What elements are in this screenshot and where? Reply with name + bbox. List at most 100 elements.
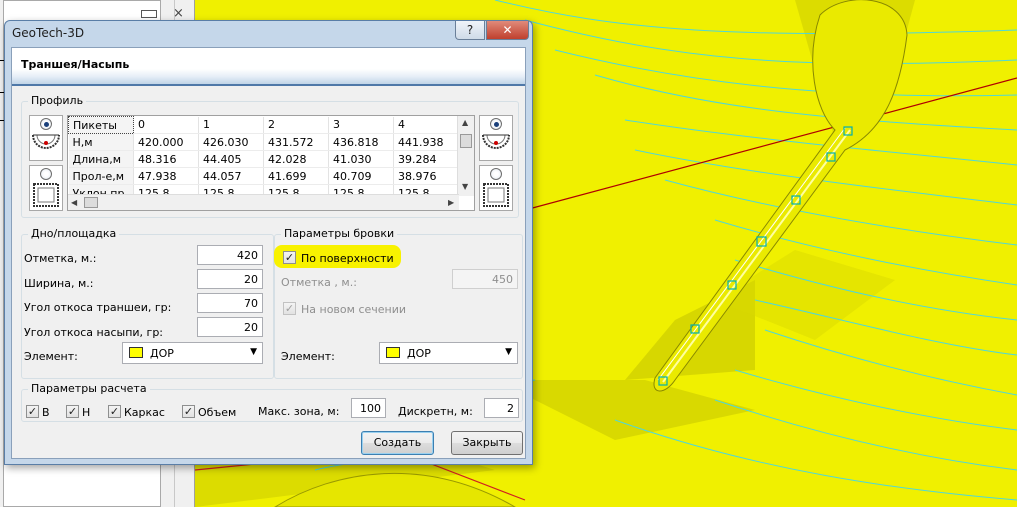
profile-shape-trench-button[interactable] <box>29 115 63 161</box>
table-cell[interactable]: 436.818 <box>328 133 394 151</box>
create-button[interactable]: Создать <box>361 431 434 455</box>
dialog-title: GeoTech-3D <box>12 26 85 40</box>
help-button[interactable]: ? <box>455 21 485 40</box>
check-n-checkbox[interactable]: ✓ <box>66 405 79 418</box>
profile-shape-trench-right-radio[interactable] <box>490 118 502 130</box>
row-header: Длина,м <box>68 150 134 168</box>
table-cell[interactable]: 431.572 <box>263 133 329 151</box>
brow-group-label: Параметры бровки <box>281 227 398 240</box>
bottom-width-label: Ширина, м.: <box>24 277 94 290</box>
bottom-width-input[interactable] <box>197 269 263 289</box>
fill-slope-input[interactable] <box>197 317 263 337</box>
profile-shape-fill-right-radio[interactable] <box>490 168 502 180</box>
check-frame-checkbox[interactable]: ✓ <box>108 405 121 418</box>
column-header-stations[interactable]: Пикеты <box>68 116 134 134</box>
table-cell[interactable]: 40.709 <box>328 167 394 185</box>
new-section-checkbox[interactable]: ✓ <box>283 302 296 315</box>
scroll-up-icon[interactable]: ▲ <box>462 118 468 127</box>
check-volume-checkbox[interactable]: ✓ <box>182 405 195 418</box>
row-header: Прол-е,м <box>68 167 134 185</box>
calc-group-label: Параметры расчета <box>28 382 150 395</box>
element-color-swatch <box>386 347 400 358</box>
max-zone-label: Макс. зона, м: <box>258 405 340 418</box>
column-header[interactable]: 0 <box>133 116 199 134</box>
scroll-left-icon[interactable]: ◀ <box>71 198 77 207</box>
fill-profile-icon <box>33 183 59 207</box>
profile-shape-trench-right-button[interactable] <box>479 115 513 161</box>
table-cell[interactable]: 441.938 <box>393 133 459 151</box>
brow-element-label: Элемент: <box>281 350 335 363</box>
column-header[interactable]: 3 <box>328 116 394 134</box>
brow-elevation-label: Отметка , м.: <box>281 276 357 289</box>
background-close-icon[interactable]: × <box>173 6 184 21</box>
profile-table: Пикеты 0 1 2 3 4 Н,м 420.000 426.030 431… <box>68 116 459 202</box>
table-cell[interactable]: 42.028 <box>263 150 329 168</box>
bottom-element-combo[interactable]: ДОР ▼ <box>122 342 263 364</box>
bottom-group-label: Дно/площадка <box>28 227 120 240</box>
trench-slope-label: Угол откоса траншеи, гр: <box>24 301 172 314</box>
column-header[interactable]: 2 <box>263 116 329 134</box>
scroll-down-icon[interactable]: ▼ <box>462 182 468 191</box>
profile-shape-trench-radio[interactable] <box>40 118 52 130</box>
bottom-elevation-input[interactable] <box>197 245 263 265</box>
trench-profile-icon <box>32 134 60 149</box>
discrete-label: Дискретн, м: <box>398 405 473 418</box>
fill-profile-icon <box>483 183 509 207</box>
table-cell[interactable]: 41.699 <box>263 167 329 185</box>
scroll-right-icon[interactable]: ▶ <box>448 198 454 207</box>
column-header[interactable]: 1 <box>198 116 264 134</box>
brow-elevation-input[interactable] <box>452 269 518 289</box>
dialog-header: Траншея/Насыпь <box>12 48 525 86</box>
background-panel-button[interactable] <box>141 10 157 18</box>
grid-horizontal-scrollbar[interactable]: ◀ ▶ <box>68 194 459 210</box>
fill-slope-label: Угол откоса насыпи, гр: <box>24 326 164 339</box>
close-window-button[interactable]: ✕ <box>486 21 529 40</box>
dialog-header-title: Траншея/Насыпь <box>21 58 130 71</box>
profile-shape-fill-radio[interactable] <box>40 168 52 180</box>
table-row: Длина,м 48.316 44.405 42.028 41.030 39.2… <box>68 150 459 168</box>
element-color-swatch <box>129 347 143 358</box>
trench-dialog: GeoTech-3D ? ✕ Траншея/Насыпь Профиль Пи… <box>4 20 533 465</box>
table-cell[interactable]: 39.284 <box>393 150 459 168</box>
check-b-checkbox[interactable]: ✓ <box>26 405 39 418</box>
close-button[interactable]: Закрыть <box>451 431 523 455</box>
table-row: Н,м 420.000 426.030 431.572 436.818 441.… <box>68 133 459 151</box>
table-cell[interactable]: 44.405 <box>198 150 264 168</box>
column-header[interactable]: 4 <box>393 116 459 134</box>
table-cell[interactable]: 44.057 <box>198 167 264 185</box>
grid-vertical-scrollbar[interactable]: ▲ ▼ <box>457 116 474 196</box>
table-cell[interactable]: 47.938 <box>133 167 199 185</box>
dialog-client: Траншея/Насыпь Профиль Пикеты 0 1 2 3 4 … <box>11 47 526 459</box>
profile-group-label: Профиль <box>28 94 87 107</box>
table-cell[interactable]: 48.316 <box>133 150 199 168</box>
brow-element-value: ДОР <box>407 347 431 360</box>
table-cell[interactable]: 420.000 <box>133 133 199 151</box>
table-cell[interactable]: 41.030 <box>328 150 394 168</box>
bottom-element-value: ДОР <box>150 347 174 360</box>
check-b-label: В <box>42 406 50 419</box>
table-cell[interactable]: 38.976 <box>393 167 459 185</box>
profile-shape-fill-right-button[interactable] <box>479 165 513 211</box>
bottom-elevation-label: Отметка, м.: <box>24 252 97 265</box>
chevron-down-icon: ▼ <box>250 347 257 357</box>
by-surface-label: По поверхности <box>301 252 394 265</box>
grid-vscroll-thumb[interactable] <box>460 134 472 148</box>
discrete-input[interactable] <box>484 398 519 418</box>
profile-shape-fill-button[interactable] <box>29 165 63 211</box>
grid-hscroll-thumb[interactable] <box>84 197 98 208</box>
trench-slope-input[interactable] <box>197 293 263 313</box>
check-frame-label: Каркас <box>124 406 165 419</box>
brow-element-combo[interactable]: ДОР ▼ <box>379 342 518 364</box>
trench-profile-icon <box>482 134 510 149</box>
header-divider <box>12 84 525 86</box>
dialog-titlebar[interactable]: GeoTech-3D ? ✕ <box>5 21 532 47</box>
by-surface-checkbox[interactable]: ✓ <box>283 251 296 264</box>
table-cell[interactable]: 426.030 <box>198 133 264 151</box>
check-n-label: Н <box>82 406 91 419</box>
profile-grid[interactable]: Пикеты 0 1 2 3 4 Н,м 420.000 426.030 431… <box>67 115 475 211</box>
check-volume-label: Объем <box>198 406 237 419</box>
table-header-row: Пикеты 0 1 2 3 4 <box>68 116 459 134</box>
max-zone-input[interactable] <box>351 398 386 418</box>
new-section-label: На новом сечении <box>301 303 407 316</box>
bottom-element-label: Элемент: <box>24 350 78 363</box>
